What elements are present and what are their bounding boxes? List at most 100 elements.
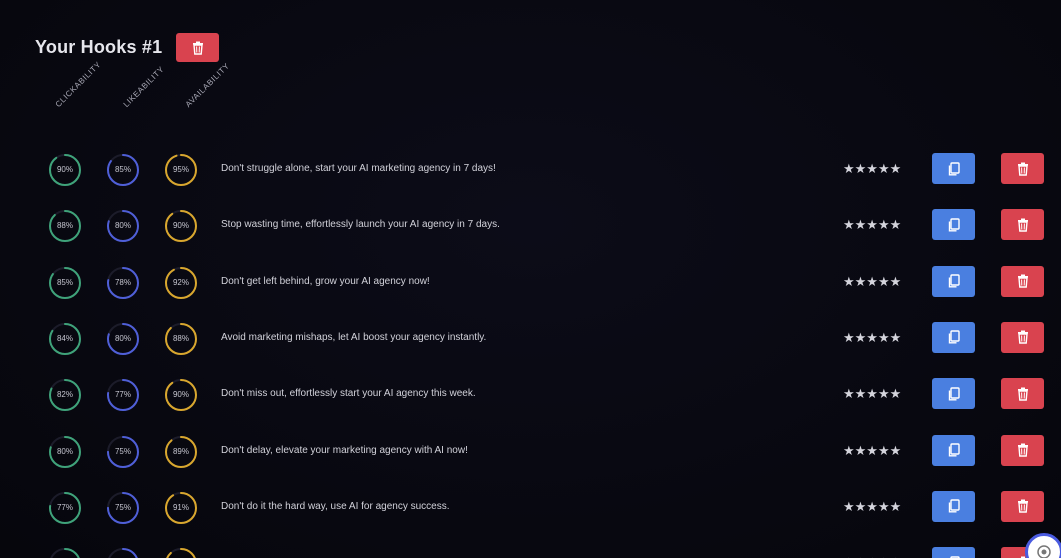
likeability-value: 77% — [114, 390, 131, 400]
copy-button[interactable] — [932, 434, 975, 466]
hook-row: 82% 77% 90% Don't miss out, effortlessly st… — [0, 375, 1061, 415]
clickability-value — [48, 547, 82, 558]
trash-icon — [1017, 387, 1028, 401]
hooks-page: Your Hooks #1 CLICKABILITY LIKEABILITY A… — [0, 0, 1061, 558]
likeability-gauge: 75% — [106, 435, 140, 469]
clickability-gauge: 84% — [48, 322, 82, 356]
star-rating[interactable]: ★★★★★ — [843, 161, 901, 177]
availability-value: 90% — [172, 221, 189, 231]
availability-gauge: 90% — [164, 378, 198, 412]
hook-row: 88% 80% 90% Stop wasting time, effortlessly… — [0, 206, 1061, 246]
copy-button[interactable] — [932, 321, 975, 353]
copy-button[interactable] — [932, 547, 975, 558]
availability-value: 89% — [172, 446, 189, 456]
availability-gauge: 88% — [164, 322, 198, 356]
hook-text: Stop wasting time, effortlessly launch y… — [221, 219, 500, 231]
likeability-value: 75% — [114, 502, 131, 512]
clickability-value: 80% — [56, 446, 73, 456]
delete-button[interactable] — [1001, 434, 1044, 466]
copy-button[interactable] — [932, 153, 975, 184]
trash-icon — [1017, 162, 1028, 176]
clickability-value: 90% — [56, 165, 73, 174]
clickability-gauge: 77% — [48, 491, 82, 525]
copy-icon — [948, 330, 960, 344]
hook-row: 77% 75% 91% Don't do it the hard way, use A… — [0, 488, 1061, 528]
hook-row: ★★★★★ — [0, 544, 1061, 558]
availability-gauge: 90% — [164, 209, 198, 243]
star-rating[interactable]: ★★★★★ — [843, 443, 901, 459]
copy-icon — [948, 499, 960, 513]
delete-button[interactable] — [1001, 378, 1044, 410]
copy-icon — [948, 274, 960, 288]
copy-button[interactable] — [932, 490, 975, 522]
delete-button[interactable] — [1001, 153, 1044, 184]
trash-icon — [1017, 499, 1028, 513]
clickability-value: 82% — [56, 390, 73, 400]
availability-gauge: 95% — [164, 153, 198, 187]
hook-row: 90% 85% 95% Don't struggle alone, start you… — [0, 150, 1061, 190]
star-rating[interactable]: ★★★★★ — [843, 330, 901, 346]
availability-value: 91% — [172, 502, 189, 512]
column-header-likeability: LIKEABILITY — [121, 64, 166, 109]
availability-gauge: 92% — [164, 266, 198, 300]
clickability-gauge: 88% — [48, 209, 82, 243]
trash-icon — [1017, 218, 1028, 232]
likeability-gauge: 80% — [106, 209, 140, 243]
hook-text: Don't get left behind, grow your AI agen… — [221, 275, 430, 287]
hook-row: 85% 78% 92% Don't get left behind, grow you… — [0, 263, 1061, 303]
delete-button[interactable] — [1001, 265, 1044, 297]
clickability-gauge: 85% — [48, 266, 82, 300]
hook-row: 80% 75% 89% Don't delay, elevate your marke… — [0, 432, 1061, 472]
clickability-value: 85% — [56, 277, 73, 287]
hook-text: Don't do it the hard way, use AI for age… — [221, 500, 450, 512]
star-rating[interactable]: ★★★★★ — [843, 274, 901, 290]
star-rating[interactable]: ★★★★★ — [843, 217, 901, 233]
availability-value: 88% — [172, 333, 189, 343]
likeability-gauge: 78% — [106, 266, 140, 300]
floating-action-button[interactable] — [1025, 533, 1061, 558]
delete-button[interactable] — [1001, 321, 1044, 353]
clickability-value: 84% — [56, 333, 73, 343]
clickability-value: 88% — [56, 221, 73, 231]
trash-icon — [1017, 443, 1028, 457]
clickability-gauge — [48, 547, 82, 558]
page-header: Your Hooks #1 — [35, 33, 220, 62]
copy-button[interactable] — [932, 209, 975, 241]
settings-icon — [1037, 545, 1051, 558]
hook-text: Don't delay, elevate your marketing agen… — [221, 444, 468, 456]
likeability-gauge: 85% — [106, 153, 140, 187]
star-rating[interactable]: ★★★★★ — [843, 499, 901, 515]
star-rating[interactable]: ★★★★★ — [843, 386, 901, 402]
availability-gauge — [164, 547, 198, 558]
hook-text: Avoid marketing mishaps, let AI boost yo… — [221, 331, 487, 343]
likeability-value: 85% — [114, 165, 131, 174]
copy-icon — [948, 218, 960, 232]
availability-value: 90% — [172, 390, 189, 400]
copy-icon — [948, 386, 960, 401]
clickability-gauge: 82% — [48, 378, 82, 412]
availability-gauge: 91% — [164, 491, 198, 525]
likeability-gauge: 80% — [106, 322, 140, 356]
trash-icon — [192, 41, 203, 55]
copy-icon — [948, 161, 960, 175]
likeability-gauge: 77% — [106, 378, 140, 412]
copy-icon — [948, 443, 960, 457]
delete-button[interactable] — [1001, 490, 1044, 522]
copy-button[interactable] — [932, 378, 975, 410]
likeability-value: 80% — [114, 221, 131, 231]
delete-button[interactable] — [1001, 209, 1044, 241]
likeability-value: 78% — [114, 277, 131, 287]
likeability-value: 80% — [114, 333, 131, 343]
hook-text: Don't struggle alone, start your AI mark… — [221, 163, 496, 174]
hook-text: Don't miss out, effortlessly start your … — [221, 388, 476, 400]
trash-icon — [1017, 330, 1028, 345]
clickability-gauge: 90% — [48, 153, 82, 187]
column-header-availability: AVAILABILITY — [183, 61, 232, 109]
availability-value: 92% — [172, 277, 189, 287]
column-header-clickability: CLICKABILITY — [53, 59, 103, 109]
copy-button[interactable] — [932, 265, 975, 297]
delete-all-button[interactable] — [176, 33, 220, 62]
availability-gauge: 89% — [164, 435, 198, 469]
availability-value: 95% — [172, 165, 189, 174]
clickability-value: 77% — [56, 502, 73, 512]
